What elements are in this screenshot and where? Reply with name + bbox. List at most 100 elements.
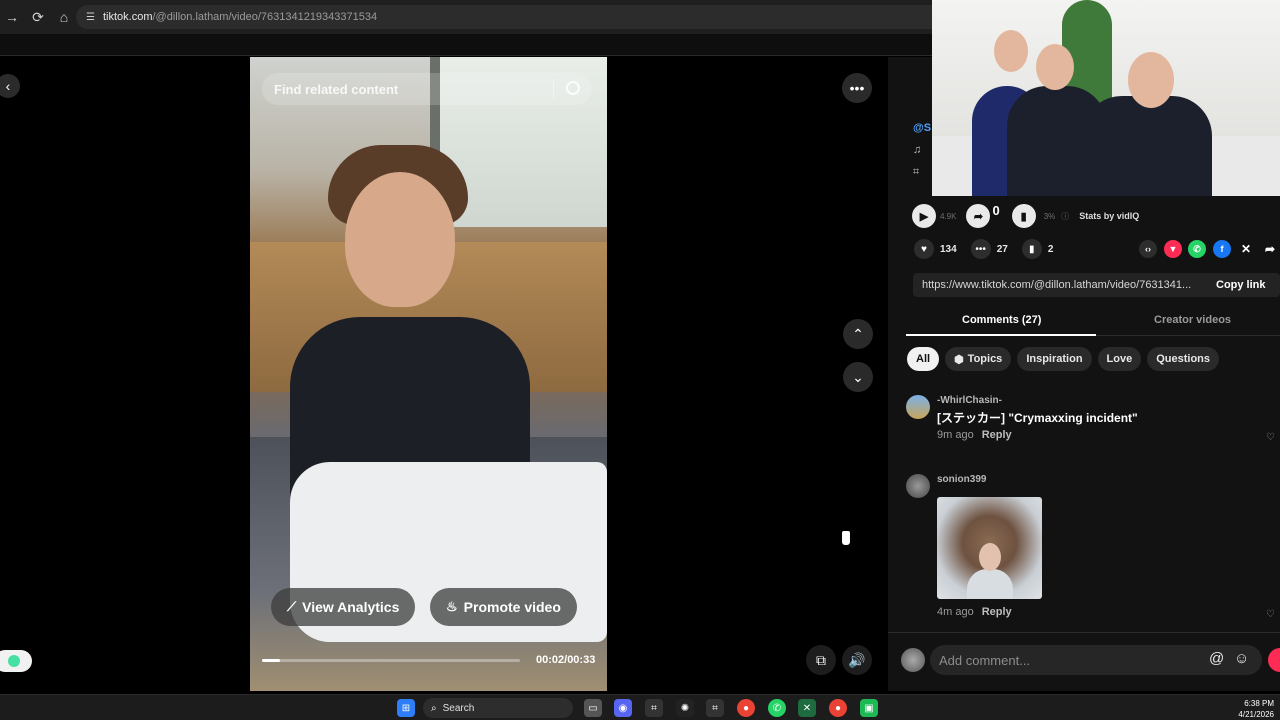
chatgpt-icon[interactable]: ✺	[676, 699, 694, 717]
like-count: 134	[940, 243, 957, 255]
promote-video-button[interactable]: ♨ Promote video	[430, 588, 577, 626]
pip-icon[interactable]: ⧉	[806, 645, 836, 675]
video-link-box: https://www.tiktok.com/@dillon.latham/vi…	[913, 273, 1280, 297]
reply-button[interactable]: Reply	[982, 606, 1012, 618]
view-analytics-button[interactable]: ⟋ View Analytics	[271, 588, 416, 626]
comment-time: 4m ago	[937, 606, 974, 618]
comment-like-icon[interactable]: ♡	[1266, 609, 1275, 620]
comment-meta: 4m ago Reply	[937, 606, 1012, 618]
author-handle[interactable]: @S	[913, 122, 931, 134]
comment-icon: •••	[970, 239, 991, 259]
share-count: 0	[992, 202, 1000, 218]
play-count: 4.9K	[940, 211, 957, 221]
chip-inspiration[interactable]: Inspiration	[1017, 347, 1092, 371]
copy-link-button[interactable]: Copy link	[1216, 279, 1266, 291]
stats-percent: 3%	[1043, 211, 1056, 221]
search-divider	[553, 79, 554, 99]
bar-chart-icon[interactable]: ▮	[1011, 204, 1036, 228]
embed-icon[interactable]: ‹›	[1139, 240, 1157, 258]
avatar	[901, 648, 925, 672]
facebook-icon[interactable]: f	[1213, 240, 1231, 258]
capcut-alt-icon[interactable]: ⌗	[706, 699, 724, 717]
chip-all[interactable]: All	[907, 347, 940, 371]
topics-icon: ⬢	[954, 353, 964, 366]
next-video-icon[interactable]: ⌄	[843, 362, 873, 392]
chip-questions[interactable]: Questions	[1147, 347, 1220, 371]
reply-button[interactable]: Reply	[982, 429, 1012, 441]
heart-icon: ♥	[914, 239, 934, 259]
close-icon[interactable]: ‹	[0, 74, 20, 98]
share-more-icon[interactable]: ➦	[1261, 240, 1279, 258]
x-icon[interactable]: ✕	[1237, 240, 1255, 258]
forward-icon[interactable]: →	[0, 5, 24, 29]
address-bar[interactable]: ☰ tiktok.com/@dillon.latham/video/763134…	[76, 5, 946, 29]
webcam-face-left	[994, 30, 1028, 72]
chrome-active-icon[interactable]: ●	[829, 699, 847, 717]
previous-video-icon[interactable]: ⌃	[843, 319, 873, 349]
chip-love[interactable]: Love	[1097, 347, 1142, 371]
comment-action[interactable]: ••• 27	[970, 239, 1008, 259]
save-action[interactable]: ▮ 2	[1021, 239, 1054, 259]
comment-filter-chips: All ⬢ Topics Inspiration Love Questions	[907, 347, 1225, 371]
floating-widget[interactable]	[0, 650, 32, 672]
find-related-search[interactable]: Find related content	[262, 73, 592, 105]
chip-topics-label: Topics	[967, 353, 1003, 365]
reload-icon[interactable]: ⟳	[26, 5, 50, 29]
music-icon: ♫	[913, 144, 922, 156]
comment-like-icon[interactable]: ♡	[1266, 432, 1275, 443]
avatar[interactable]	[906, 395, 930, 419]
send-icon[interactable]: ▼	[1164, 240, 1182, 258]
analytics-icon: ⟋	[287, 599, 297, 614]
excel-icon[interactable]: ✕	[798, 699, 816, 717]
whatsapp-icon[interactable]: ✆	[1188, 240, 1206, 258]
search-placeholder: Find related content	[274, 81, 399, 97]
comment-username[interactable]: -WhirlChasin-	[937, 395, 1002, 406]
play-icon[interactable]: ▶	[912, 204, 936, 228]
add-comment-input[interactable]: Add comment... @ ☺	[930, 645, 1262, 675]
comment-count: 27	[996, 243, 1008, 255]
windows-start-icon[interactable]: ⊞	[397, 699, 415, 717]
webcam-face-middle	[1036, 44, 1074, 90]
home-icon[interactable]: ⌂	[52, 5, 76, 29]
active-tab-indicator	[906, 334, 1096, 336]
share-arrow-icon[interactable]: ➦	[966, 204, 991, 228]
comment-item: -WhirlChasin- [ステッカー] "Crymaxxing incide…	[906, 395, 1280, 445]
sticker-shirt	[967, 569, 1013, 599]
video-progress-bar[interactable]	[262, 659, 520, 662]
mention-icon[interactable]: @	[1209, 650, 1224, 667]
avatar[interactable]	[906, 474, 930, 498]
volume-icon[interactable]: 🔊	[842, 645, 872, 675]
app-icon[interactable]: ▣	[860, 699, 878, 717]
add-comment-placeholder: Add comment...	[939, 652, 1031, 668]
comment-meta: 9m ago Reply	[937, 429, 1012, 441]
chip-topics[interactable]: ⬢ Topics	[945, 347, 1012, 371]
comment-username[interactable]: sonion399	[937, 474, 986, 485]
taskbar-search-label: Search	[442, 702, 475, 714]
view-analytics-label: View Analytics	[302, 599, 400, 615]
discord-icon[interactable]: ◉	[614, 699, 632, 717]
whatsapp-icon[interactable]: ✆	[768, 699, 786, 717]
stats-row: ▶ 4.9K ➦ 0 ▮ 3% ⓘ Stats by vidIQ	[912, 202, 1139, 228]
taskbar-search[interactable]: ⌕ Search	[423, 698, 573, 718]
system-clock[interactable]: 6:38 PM 4/21/2026	[1238, 698, 1274, 720]
url-text: tiktok.com/@dillon.latham/video/76313412…	[103, 11, 377, 23]
tab-creator-videos[interactable]: Creator videos	[1154, 314, 1231, 326]
save-count: 2	[1047, 243, 1054, 255]
video-timecode: 00:02/00:33	[536, 654, 596, 666]
flame-icon: ♨	[446, 599, 458, 614]
emoji-icon[interactable]: ☺	[1234, 650, 1249, 667]
like-action[interactable]: ♥ 134	[914, 239, 957, 259]
search-icon[interactable]	[566, 81, 580, 95]
chrome-icon[interactable]: ●	[737, 699, 755, 717]
file-explorer-icon[interactable]: ▭	[584, 699, 602, 717]
mouse-cursor	[841, 530, 851, 546]
info-icon[interactable]: ⓘ	[1061, 211, 1069, 222]
video-link-text[interactable]: https://www.tiktok.com/@dillon.latham/vi…	[922, 279, 1212, 291]
tab-comments[interactable]: Comments (27)	[962, 314, 1041, 326]
site-settings-icon[interactable]: ☰	[86, 12, 95, 23]
more-options-icon[interactable]: •••	[842, 73, 872, 103]
widget-status-icon	[8, 655, 20, 667]
bookmark-icon: ▮	[1021, 239, 1042, 259]
comment-sticker-image[interactable]	[937, 497, 1042, 599]
capcut-icon[interactable]: ⌗	[645, 699, 663, 717]
